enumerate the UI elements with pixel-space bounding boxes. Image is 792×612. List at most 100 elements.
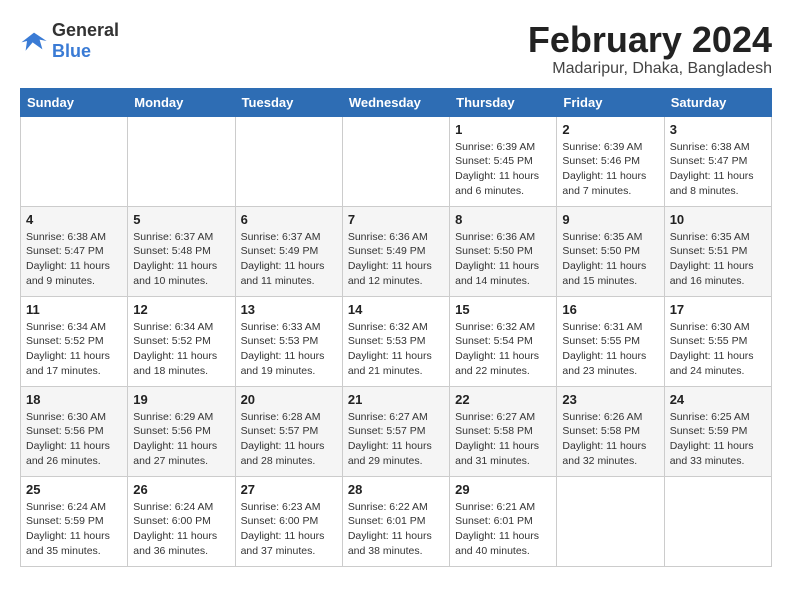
calendar-week-row: 11 Sunrise: 6:34 AMSunset: 5:52 PMDayligh…: [21, 296, 772, 386]
day-info: Sunrise: 6:31 AMSunset: 5:55 PMDaylight:…: [562, 320, 658, 379]
day-number: 14: [348, 302, 444, 317]
day-number: 10: [670, 212, 766, 227]
calendar-cell: 2 Sunrise: 6:39 AMSunset: 5:46 PMDaylight…: [557, 116, 664, 206]
day-number: 16: [562, 302, 658, 317]
title-block: February 2024 Madaripur, Dhaka, Banglade…: [528, 20, 772, 78]
day-info: Sunrise: 6:39 AMSunset: 5:45 PMDaylight:…: [455, 140, 551, 199]
calendar-cell: 4 Sunrise: 6:38 AMSunset: 5:47 PMDaylight…: [21, 206, 128, 296]
calendar-cell: [21, 116, 128, 206]
weekday-header-saturday: Saturday: [664, 88, 771, 116]
day-number: 7: [348, 212, 444, 227]
calendar-cell: 23 Sunrise: 6:26 AMSunset: 5:58 PMDayligh…: [557, 386, 664, 476]
calendar-week-row: 18 Sunrise: 6:30 AMSunset: 5:56 PMDayligh…: [21, 386, 772, 476]
day-number: 8: [455, 212, 551, 227]
calendar-cell: 11 Sunrise: 6:34 AMSunset: 5:52 PMDayligh…: [21, 296, 128, 386]
day-number: 19: [133, 392, 229, 407]
calendar-week-row: 1 Sunrise: 6:39 AMSunset: 5:45 PMDaylight…: [21, 116, 772, 206]
calendar-cell: 27Sunrise: 6:23 AMSunset: 6:00 PMDayligh…: [235, 476, 342, 566]
day-number: 17: [670, 302, 766, 317]
calendar-cell: 26 Sunrise: 6:24 AMSunset: 6:00 PMDayligh…: [128, 476, 235, 566]
location-subtitle: Madaripur, Dhaka, Bangladesh: [528, 60, 772, 78]
weekday-header-tuesday: Tuesday: [235, 88, 342, 116]
day-info: Sunrise: 6:35 AMSunset: 5:51 PMDaylight:…: [670, 230, 766, 289]
calendar-cell: 12 Sunrise: 6:34 AMSunset: 5:52 PMDayligh…: [128, 296, 235, 386]
weekday-header-sunday: Sunday: [21, 88, 128, 116]
calendar-cell: 10 Sunrise: 6:35 AMSunset: 5:51 PMDayligh…: [664, 206, 771, 296]
day-info: Sunrise: 6:37 AMSunset: 5:48 PMDaylight:…: [133, 230, 229, 289]
day-number: 15: [455, 302, 551, 317]
logo-blue-text: Blue: [52, 41, 91, 61]
calendar-cell: 21Sunrise: 6:27 AMSunset: 5:57 PMDayligh…: [342, 386, 449, 476]
day-info: Sunrise: 6:32 AMSunset: 5:54 PMDaylight:…: [455, 320, 551, 379]
day-number: 13: [241, 302, 337, 317]
day-info: Sunrise: 6:34 AMSunset: 5:52 PMDaylight:…: [26, 320, 122, 379]
calendar-cell: 3 Sunrise: 6:38 AMSunset: 5:47 PMDaylight…: [664, 116, 771, 206]
day-info: Sunrise: 6:28 AMSunset: 5:57 PMDaylight:…: [241, 410, 337, 469]
weekday-header-wednesday: Wednesday: [342, 88, 449, 116]
calendar-cell: 7Sunrise: 6:36 AMSunset: 5:49 PMDaylight…: [342, 206, 449, 296]
day-number: 1: [455, 122, 551, 137]
calendar-cell: 18 Sunrise: 6:30 AMSunset: 5:56 PMDayligh…: [21, 386, 128, 476]
weekday-header-row: SundayMondayTuesdayWednesdayThursdayFrid…: [21, 88, 772, 116]
day-number: 6: [241, 212, 337, 227]
day-info: Sunrise: 6:38 AMSunset: 5:47 PMDaylight:…: [26, 230, 122, 289]
logo-general-text: General: [52, 20, 119, 40]
day-number: 3: [670, 122, 766, 137]
day-number: 9: [562, 212, 658, 227]
calendar-cell: 22 Sunrise: 6:27 AMSunset: 5:58 PMDayligh…: [450, 386, 557, 476]
day-info: Sunrise: 6:35 AMSunset: 5:50 PMDaylight:…: [562, 230, 658, 289]
calendar-cell: 24Sunrise: 6:25 AMSunset: 5:59 PMDayligh…: [664, 386, 771, 476]
page-header: General Blue February 2024 Madaripur, Dh…: [20, 20, 772, 78]
day-number: 28: [348, 482, 444, 497]
calendar-cell: [235, 116, 342, 206]
weekday-header-friday: Friday: [557, 88, 664, 116]
calendar-cell: 13 Sunrise: 6:33 AMSunset: 5:53 PMDayligh…: [235, 296, 342, 386]
day-info: Sunrise: 6:36 AMSunset: 5:50 PMDaylight:…: [455, 230, 551, 289]
calendar-cell: 1 Sunrise: 6:39 AMSunset: 5:45 PMDaylight…: [450, 116, 557, 206]
logo: General Blue: [20, 20, 119, 62]
day-number: 21: [348, 392, 444, 407]
day-info: Sunrise: 6:34 AMSunset: 5:52 PMDaylight:…: [133, 320, 229, 379]
day-info: Sunrise: 6:27 AMSunset: 5:58 PMDaylight:…: [455, 410, 551, 469]
logo-bird-icon: [20, 27, 48, 55]
day-info: Sunrise: 6:29 AMSunset: 5:56 PMDaylight:…: [133, 410, 229, 469]
day-number: 2: [562, 122, 658, 137]
calendar-table: SundayMondayTuesdayWednesdayThursdayFrid…: [20, 88, 772, 567]
calendar-cell: 8 Sunrise: 6:36 AMSunset: 5:50 PMDaylight…: [450, 206, 557, 296]
day-info: Sunrise: 6:30 AMSunset: 5:55 PMDaylight:…: [670, 320, 766, 379]
day-number: 18: [26, 392, 122, 407]
day-info: Sunrise: 6:23 AMSunset: 6:00 PMDaylight:…: [241, 500, 337, 559]
calendar-cell: 25Sunrise: 6:24 AMSunset: 5:59 PMDayligh…: [21, 476, 128, 566]
day-number: 11: [26, 302, 122, 317]
day-info: Sunrise: 6:37 AMSunset: 5:49 PMDaylight:…: [241, 230, 337, 289]
day-info: Sunrise: 6:39 AMSunset: 5:46 PMDaylight:…: [562, 140, 658, 199]
day-number: 24: [670, 392, 766, 407]
day-number: 12: [133, 302, 229, 317]
day-number: 26: [133, 482, 229, 497]
day-number: 20: [241, 392, 337, 407]
calendar-cell: 6 Sunrise: 6:37 AMSunset: 5:49 PMDaylight…: [235, 206, 342, 296]
calendar-week-row: 4 Sunrise: 6:38 AMSunset: 5:47 PMDaylight…: [21, 206, 772, 296]
weekday-header-thursday: Thursday: [450, 88, 557, 116]
day-info: Sunrise: 6:30 AMSunset: 5:56 PMDaylight:…: [26, 410, 122, 469]
day-number: 5: [133, 212, 229, 227]
day-info: Sunrise: 6:26 AMSunset: 5:58 PMDaylight:…: [562, 410, 658, 469]
calendar-cell: 14 Sunrise: 6:32 AMSunset: 5:53 PMDayligh…: [342, 296, 449, 386]
day-info: Sunrise: 6:24 AMSunset: 6:00 PMDaylight:…: [133, 500, 229, 559]
day-number: 29: [455, 482, 551, 497]
day-number: 4: [26, 212, 122, 227]
calendar-cell: 20 Sunrise: 6:28 AMSunset: 5:57 PMDayligh…: [235, 386, 342, 476]
calendar-cell: 28 Sunrise: 6:22 AMSunset: 6:01 PMDayligh…: [342, 476, 449, 566]
calendar-cell: [128, 116, 235, 206]
calendar-cell: 19 Sunrise: 6:29 AMSunset: 5:56 PMDayligh…: [128, 386, 235, 476]
day-info: Sunrise: 6:22 AMSunset: 6:01 PMDaylight:…: [348, 500, 444, 559]
day-number: 22: [455, 392, 551, 407]
calendar-cell: [664, 476, 771, 566]
day-info: Sunrise: 6:33 AMSunset: 5:53 PMDaylight:…: [241, 320, 337, 379]
day-number: 23: [562, 392, 658, 407]
day-info: Sunrise: 6:38 AMSunset: 5:47 PMDaylight:…: [670, 140, 766, 199]
day-info: Sunrise: 6:32 AMSunset: 5:53 PMDaylight:…: [348, 320, 444, 379]
calendar-cell: 17 Sunrise: 6:30 AMSunset: 5:55 PMDayligh…: [664, 296, 771, 386]
calendar-week-row: 25Sunrise: 6:24 AMSunset: 5:59 PMDayligh…: [21, 476, 772, 566]
day-number: 25: [26, 482, 122, 497]
